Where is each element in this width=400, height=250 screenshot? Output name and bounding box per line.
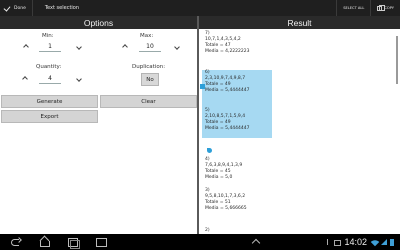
min-value-field[interactable]: 1	[39, 43, 61, 52]
select-all-label: SELECT ALL	[343, 6, 365, 10]
action-bar-title: Text selection	[44, 5, 80, 11]
screenshot-icon[interactable]	[94, 237, 108, 247]
selection-end-handle[interactable]	[207, 148, 212, 153]
image-notification-icon	[334, 239, 342, 246]
check-icon	[4, 5, 11, 12]
result-header: Result	[199, 16, 400, 29]
duplication-toggle[interactable]: No	[141, 73, 159, 86]
duplication-label: Duplication:	[132, 64, 166, 70]
min-label: Min:	[42, 33, 54, 39]
quantity-decrease-arrow[interactable]	[76, 77, 82, 82]
quantity-label: Quantity:	[36, 64, 62, 70]
min-decrease-arrow[interactable]	[76, 45, 82, 50]
max-decrease-arrow[interactable]	[174, 45, 180, 50]
quantity-value-field[interactable]: 4	[39, 75, 61, 84]
recent-apps-icon[interactable]	[66, 237, 80, 249]
copy-button[interactable]: COPY	[370, 0, 400, 16]
quantity-increase-arrow[interactable]	[22, 76, 28, 81]
text-selection-action-bar: Done Text selection SELECT ALL COPY	[0, 0, 400, 16]
signal-icon	[381, 239, 387, 245]
options-header: Options	[0, 16, 197, 29]
system-bar: 14:02	[0, 234, 400, 250]
max-increase-arrow[interactable]	[122, 44, 128, 49]
home-icon[interactable]	[38, 237, 52, 247]
result-entry: 4) 7,6,3,8,9,4,1,3,9 Totale = 45 Media =…	[205, 157, 243, 180]
copy-icon	[377, 4, 386, 11]
max-value-field[interactable]: 10	[139, 43, 161, 52]
usb-icon	[325, 239, 331, 245]
result-scrollbar[interactable]	[396, 36, 398, 84]
result-entry-selected[interactable]: 5) 2,10,8,5,7,1,5,9,4 Totale = 49 Media …	[202, 108, 272, 138]
max-label: Max:	[140, 33, 154, 39]
result-entry-selected[interactable]: 6) 2,3,10,9,7,4,9,8,7 Totale = 49 Media …	[202, 70, 272, 108]
wifi-icon	[372, 239, 378, 245]
clock: 14:02	[344, 237, 367, 247]
panel-divider	[197, 16, 199, 234]
min-increase-arrow[interactable]	[23, 44, 29, 49]
generate-button[interactable]: Generate	[1, 95, 98, 108]
result-entry: 7) 10,7,1,4,3,5,4,2 Totale = 47 Media = …	[205, 31, 250, 54]
copy-label: COPY	[384, 6, 394, 10]
back-icon[interactable]	[10, 237, 24, 247]
done-button[interactable]: Done	[0, 0, 33, 16]
clear-button[interactable]: Clear	[100, 95, 197, 108]
result-entry: 3) 9,5,8,10,1,7,3,6,2 Totale = 51 Media …	[205, 188, 247, 211]
battery-icon	[390, 238, 394, 246]
export-button[interactable]: Export	[1, 110, 98, 123]
select-all-button[interactable]: SELECT ALL	[336, 0, 370, 16]
chevron-up-icon[interactable]	[250, 237, 264, 247]
done-label: Done	[14, 5, 26, 11]
selection-start-handle[interactable]	[200, 84, 205, 89]
